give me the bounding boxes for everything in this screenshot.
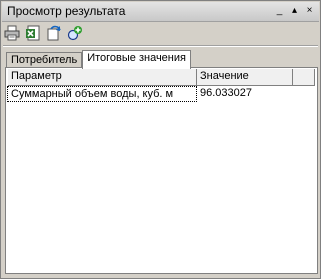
close-button[interactable]: × — [304, 5, 315, 17]
add-layer-icon — [67, 26, 82, 41]
print-button[interactable] — [3, 24, 21, 42]
column-header-filler — [293, 69, 315, 85]
refresh-button[interactable] — [45, 24, 63, 42]
column-header-parameter[interactable]: Параметр — [8, 69, 197, 85]
minimize-button[interactable]: _ — [274, 5, 285, 17]
restore-button[interactable]: ▴ — [289, 5, 300, 17]
add-layer-button[interactable] — [66, 24, 84, 42]
table-row[interactable]: Суммарный объем воды, куб. м 96.033027 — [7, 86, 315, 102]
tab-totals[interactable]: Итоговые значения — [82, 50, 191, 69]
tab-strip: Потребитель Итоговые значения — [6, 50, 191, 69]
window-title: Просмотр результата — [7, 4, 126, 18]
titlebar-buttons: _ ▴ × — [274, 5, 315, 17]
toolbar-separator — [3, 45, 318, 47]
refresh-icon — [47, 25, 61, 41]
tab-panel: Параметр Значение Суммарный объем воды, … — [5, 67, 318, 274]
titlebar[interactable]: Просмотр результата _ ▴ × — [2, 2, 319, 22]
cell-value[interactable]: 96.033027 — [197, 86, 292, 102]
cell-parameter[interactable]: Суммарный объем воды, куб. м — [7, 86, 197, 102]
excel-icon — [26, 25, 40, 41]
toolbar — [3, 23, 84, 43]
printer-icon — [4, 25, 20, 41]
result-viewer-window: Просмотр результата _ ▴ × Потребитель Ит… — [0, 0, 321, 279]
grid-header: Параметр Значение — [8, 69, 315, 86]
results-grid: Параметр Значение Суммарный объем воды, … — [7, 69, 315, 102]
excel-export-button[interactable] — [24, 24, 42, 42]
column-header-value[interactable]: Значение — [197, 69, 293, 85]
